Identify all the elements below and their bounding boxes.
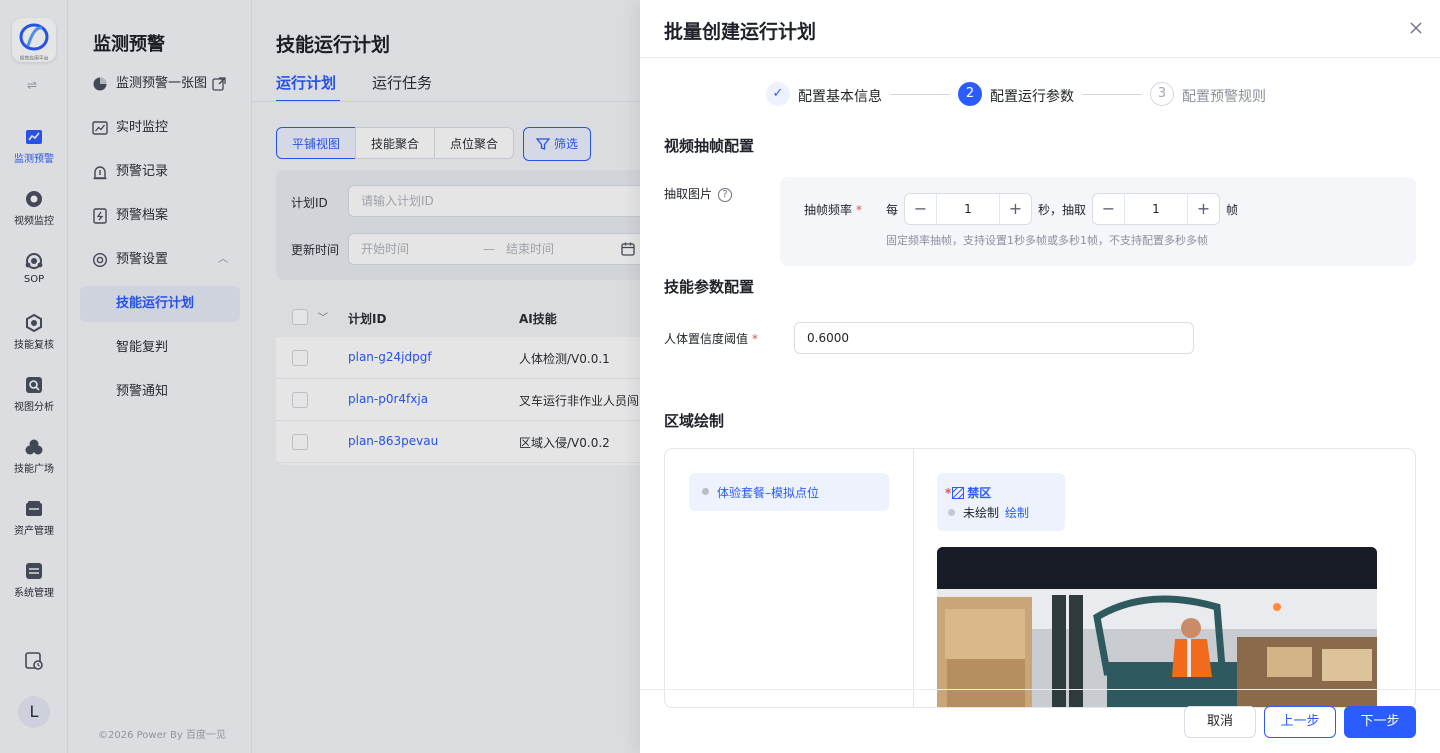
drawer-header-divider bbox=[640, 57, 1440, 58]
drawer-footer-divider bbox=[640, 689, 1440, 690]
check-icon: ✓ bbox=[766, 82, 790, 106]
frame-frequency-hint: 固定频率抽帧，支持设置1秒多帧或多秒1帧，不支持配置多秒多帧 bbox=[886, 234, 1208, 247]
warehouse-forklift-image bbox=[937, 547, 1377, 707]
required-mark: * bbox=[752, 332, 759, 346]
close-icon[interactable] bbox=[1408, 20, 1424, 36]
area-panel-divider bbox=[913, 449, 914, 707]
frame-frequency-label-text: 抽帧频率 bbox=[804, 203, 853, 217]
step-label: 配置基本信息 bbox=[798, 89, 882, 105]
step-connector bbox=[890, 94, 950, 95]
zone-title: * 禁区 bbox=[945, 484, 991, 501]
batch-create-drawer: 批量创建运行计划 ✓ 配置基本信息 2 配置运行参数 3 配置预警规则 视频抽帧… bbox=[640, 0, 1440, 753]
zone-status-text: 未绘制 bbox=[963, 506, 1000, 520]
step-number: 2 bbox=[958, 82, 982, 106]
zone-name: 禁区 bbox=[967, 486, 992, 500]
frames-value[interactable]: 1 bbox=[1125, 194, 1187, 224]
section-title-area-drawing: 区域绘制 bbox=[664, 412, 725, 430]
video-preview[interactable] bbox=[937, 547, 1377, 707]
seconds-decrement-button[interactable]: − bbox=[905, 194, 937, 224]
point-name: 体验套餐–模拟点位 bbox=[717, 486, 820, 500]
area-drawing-panel: 体验套餐–模拟点位 * 禁区 未绘制 绘制 bbox=[664, 448, 1416, 708]
frames-increment-button[interactable]: + bbox=[1187, 194, 1219, 224]
point-bullet bbox=[702, 488, 709, 495]
cancel-button[interactable]: 取消 bbox=[1184, 706, 1256, 738]
hatched-zone-icon bbox=[952, 487, 965, 499]
seconds-value[interactable]: 1 bbox=[937, 194, 999, 224]
required-mark: * bbox=[945, 486, 952, 500]
step-label: 配置预警规则 bbox=[1182, 89, 1266, 105]
step-label: 配置运行参数 bbox=[990, 89, 1074, 105]
step-number: 3 bbox=[1150, 82, 1174, 106]
zone-card-forbidden[interactable]: * 禁区 未绘制 绘制 bbox=[937, 473, 1065, 531]
confidence-threshold-input[interactable]: 0.6000 bbox=[794, 322, 1194, 354]
confidence-label: 人体置信度阈值 * bbox=[664, 330, 758, 347]
seconds-extract-text: 秒，抽取 bbox=[1038, 203, 1087, 217]
drawer-title: 批量创建运行计划 bbox=[664, 21, 817, 43]
frames-decrement-button[interactable]: − bbox=[1093, 194, 1125, 224]
extract-image-label-text: 抽取图片 bbox=[664, 187, 713, 201]
every-text: 每 bbox=[886, 203, 899, 217]
frames-stepper: − 1 + bbox=[1092, 193, 1220, 225]
draw-link[interactable]: 绘制 bbox=[1005, 506, 1029, 520]
section-title-skill-params: 技能参数配置 bbox=[664, 278, 755, 296]
zone-status-bullet bbox=[948, 509, 955, 516]
section-title-frame-extraction: 视频抽帧配置 bbox=[664, 137, 755, 155]
help-icon[interactable]: ? bbox=[718, 187, 733, 202]
frame-unit-text: 帧 bbox=[1226, 203, 1239, 217]
point-list-item[interactable]: 体验套餐–模拟点位 bbox=[689, 473, 889, 511]
step-connector bbox=[1082, 94, 1142, 95]
extract-image-label: 抽取图片? bbox=[664, 185, 733, 202]
frame-frequency-label: 抽帧频率 * bbox=[804, 201, 862, 218]
required-mark: * bbox=[856, 203, 863, 217]
confidence-label-text: 人体置信度阈值 bbox=[664, 332, 749, 346]
seconds-stepper: − 1 + bbox=[904, 193, 1032, 225]
next-step-button[interactable]: 下一步 bbox=[1344, 706, 1416, 738]
drawer-backdrop[interactable] bbox=[0, 0, 640, 753]
previous-step-button[interactable]: 上一步 bbox=[1264, 706, 1336, 738]
frame-frequency-panel: 抽帧频率 * 每 − 1 + 秒，抽取 − 1 + 帧 固定频率抽帧，支持设置1秒… bbox=[780, 177, 1416, 266]
seconds-increment-button[interactable]: + bbox=[999, 194, 1031, 224]
zone-status: 未绘制 绘制 bbox=[963, 504, 1029, 521]
